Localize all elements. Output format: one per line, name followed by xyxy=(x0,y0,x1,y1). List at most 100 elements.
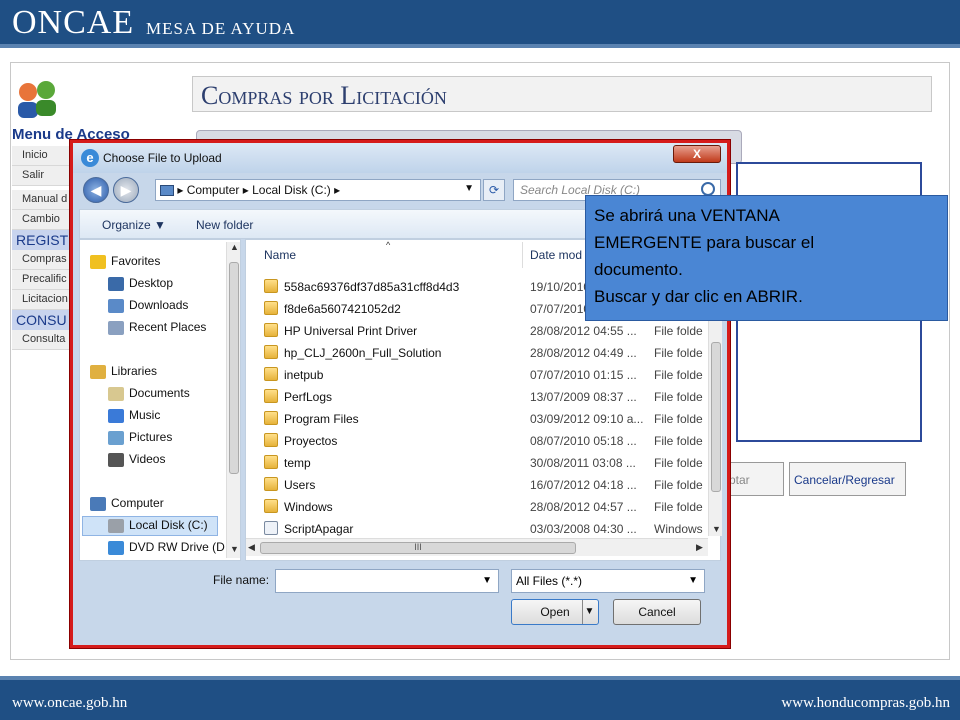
slide-header: ONCAE MESA DE AYUDA xyxy=(0,0,960,48)
nav-item-label: Documents xyxy=(129,386,190,400)
file-row[interactable]: inetpub 07/07/2010 01:15 ... File folde xyxy=(246,364,708,386)
instruction-callout: Se abrirá una VENTANA EMERGENTE para bus… xyxy=(585,195,948,321)
file-row[interactable]: hp_CLJ_2600n_Full_Solution 28/08/2012 04:… xyxy=(246,342,708,364)
file-type: File folde xyxy=(654,500,703,514)
file-type-select[interactable]: All Files (*.*) ▼ xyxy=(511,569,705,593)
file-type: File folde xyxy=(654,324,703,338)
file-list-scroll-thumb[interactable] xyxy=(711,342,721,492)
back-arrow-icon[interactable]: ◀ xyxy=(83,177,109,203)
horizontal-scrollbar[interactable]: ◀ III ▶ xyxy=(246,538,708,556)
nav-item[interactable]: Favorites xyxy=(90,254,160,269)
nav-item-label: Pictures xyxy=(129,430,173,444)
forward-arrow-icon[interactable]: ▶ xyxy=(113,177,139,203)
address-bar[interactable]: ▸ Computer ▸ Local Disk (C:) ▸ ▼ xyxy=(155,179,481,201)
file-date: 08/07/2010 05:18 ... xyxy=(530,434,637,448)
folder-icon xyxy=(264,345,278,359)
scroll-down-icon[interactable]: ▼ xyxy=(230,544,239,554)
file-name: HP Universal Print Driver xyxy=(284,324,418,338)
column-header-name[interactable]: Name xyxy=(264,248,296,262)
open-button[interactable]: Open ▼ xyxy=(511,599,599,625)
open-dropdown-icon[interactable]: ▼ xyxy=(582,600,596,624)
file-date: 16/07/2012 04:18 ... xyxy=(530,478,637,492)
cancel-button[interactable]: Cancel xyxy=(613,599,701,625)
library-icon xyxy=(90,364,106,379)
file-name: Users xyxy=(284,478,316,492)
folder-icon xyxy=(264,367,278,381)
scroll-right-icon[interactable]: ▶ xyxy=(696,542,703,553)
file-row[interactable]: Windows 28/08/2012 04:57 ... File folde xyxy=(246,496,708,518)
folder-icon xyxy=(264,279,278,293)
crumb-local-disk[interactable]: Local Disk (C:) xyxy=(252,183,331,197)
videos-icon xyxy=(108,452,124,467)
folder-icon xyxy=(264,433,278,447)
nav-item[interactable]: Libraries xyxy=(90,364,157,379)
file-name: Proyectos xyxy=(284,434,338,448)
scroll-up-icon[interactable]: ▲ xyxy=(230,242,239,252)
nav-item[interactable]: DVD RW Drive (D xyxy=(108,540,225,555)
file-row[interactable]: Program Files 03/09/2012 09:10 a... File f… xyxy=(246,408,708,430)
nav-item[interactable]: Desktop xyxy=(108,276,173,291)
pictures-icon xyxy=(108,430,124,445)
downloads-icon xyxy=(108,298,124,313)
folder-icon xyxy=(264,499,278,513)
nav-item-label: Desktop xyxy=(129,276,174,290)
nav-item[interactable]: Local Disk (C:) xyxy=(108,518,208,533)
refresh-icon[interactable]: ⟳ xyxy=(483,179,505,201)
star-icon xyxy=(90,254,106,269)
horizontal-scroll-thumb[interactable]: III xyxy=(260,542,576,554)
nav-item-label: Downloads xyxy=(129,298,189,312)
nav-item[interactable]: Computer xyxy=(90,496,164,511)
file-name: Program Files xyxy=(284,412,359,426)
folder-icon xyxy=(264,455,278,469)
file-name: inetpub xyxy=(284,368,324,382)
nav-scroll-thumb[interactable] xyxy=(229,262,239,474)
file-date: 30/08/2011 03:08 ... xyxy=(530,456,636,470)
navigation-pane: Favorites Desktop Downloads Recent Places Li… xyxy=(79,239,241,561)
scroll-left-icon[interactable]: ◀ xyxy=(248,542,255,553)
new-folder-button[interactable]: New folder xyxy=(196,218,253,232)
background-cancel-button[interactable]: Cancelar/Regresar xyxy=(789,462,906,496)
nav-item[interactable]: Downloads xyxy=(108,298,188,313)
file-type: File folde xyxy=(654,456,703,470)
nav-item[interactable]: Pictures xyxy=(108,430,172,445)
scroll-down-icon[interactable]: ▼ xyxy=(712,524,721,534)
file-name: f8de6a5607421052d2 xyxy=(284,302,401,316)
address-dropdown-icon[interactable]: ▼ xyxy=(464,183,474,194)
nav-item[interactable]: Documents xyxy=(108,386,190,401)
file-row[interactable]: Users 16/07/2012 04:18 ... File folde xyxy=(246,474,708,496)
file-type: Windows xyxy=(654,522,703,536)
file-row[interactable]: Proyectos 08/07/2010 05:18 ... File folde xyxy=(246,430,708,452)
file-type: File folde xyxy=(654,390,703,404)
organize-button[interactable]: Organize ▼ xyxy=(102,218,166,232)
nav-item-label: Local Disk (C:) xyxy=(129,518,208,532)
nav-item[interactable]: Recent Places xyxy=(108,320,206,335)
nav-scrollbar[interactable]: ▲ ▼ xyxy=(226,242,240,558)
column-header-date[interactable]: Date mod xyxy=(530,248,582,262)
brand-subtitle: MESA DE AYUDA xyxy=(146,19,296,38)
nav-item[interactable]: Videos xyxy=(108,452,165,467)
file-row[interactable]: HP Universal Print Driver 28/08/2012 04:5… xyxy=(246,320,708,342)
close-button[interactable]: X xyxy=(673,145,721,163)
footer-left-url[interactable]: www.oncae.gob.hn xyxy=(12,695,127,712)
nav-item-label: Computer xyxy=(111,496,164,510)
file-name-dropdown-icon[interactable]: ▼ xyxy=(482,575,492,586)
nav-item-label: Recent Places xyxy=(129,320,207,334)
file-date: 07/07/2010 01:15 ... xyxy=(530,368,637,382)
file-name-input[interactable]: ▼ xyxy=(275,569,499,593)
slide-footer: www.oncae.gob.hn www.honducompras.gob.hn xyxy=(0,676,960,720)
column-divider xyxy=(522,242,523,268)
crumb-computer[interactable]: Computer xyxy=(187,183,240,197)
footer-right-url[interactable]: www.honducompras.gob.hn xyxy=(781,695,950,712)
nav-item-label: Videos xyxy=(129,452,166,466)
file-type-value: All Files (*.*) xyxy=(516,574,583,588)
file-type-dropdown-icon[interactable]: ▼ xyxy=(688,575,698,586)
dialog-titlebar: e Choose File to Upload X xyxy=(73,143,727,173)
script-file-icon xyxy=(264,521,278,535)
file-row[interactable]: PerfLogs 13/07/2009 08:37 ... File folde xyxy=(246,386,708,408)
file-row[interactable]: ScriptApagar 03/03/2008 04:30 ... Windows xyxy=(246,518,708,540)
sort-arrow-icon: ^ xyxy=(386,240,391,250)
file-row[interactable]: temp 30/08/2011 03:08 ... File folde xyxy=(246,452,708,474)
folder-icon xyxy=(264,323,278,337)
search-icon[interactable] xyxy=(701,182,715,196)
nav-item[interactable]: Music xyxy=(108,408,160,423)
